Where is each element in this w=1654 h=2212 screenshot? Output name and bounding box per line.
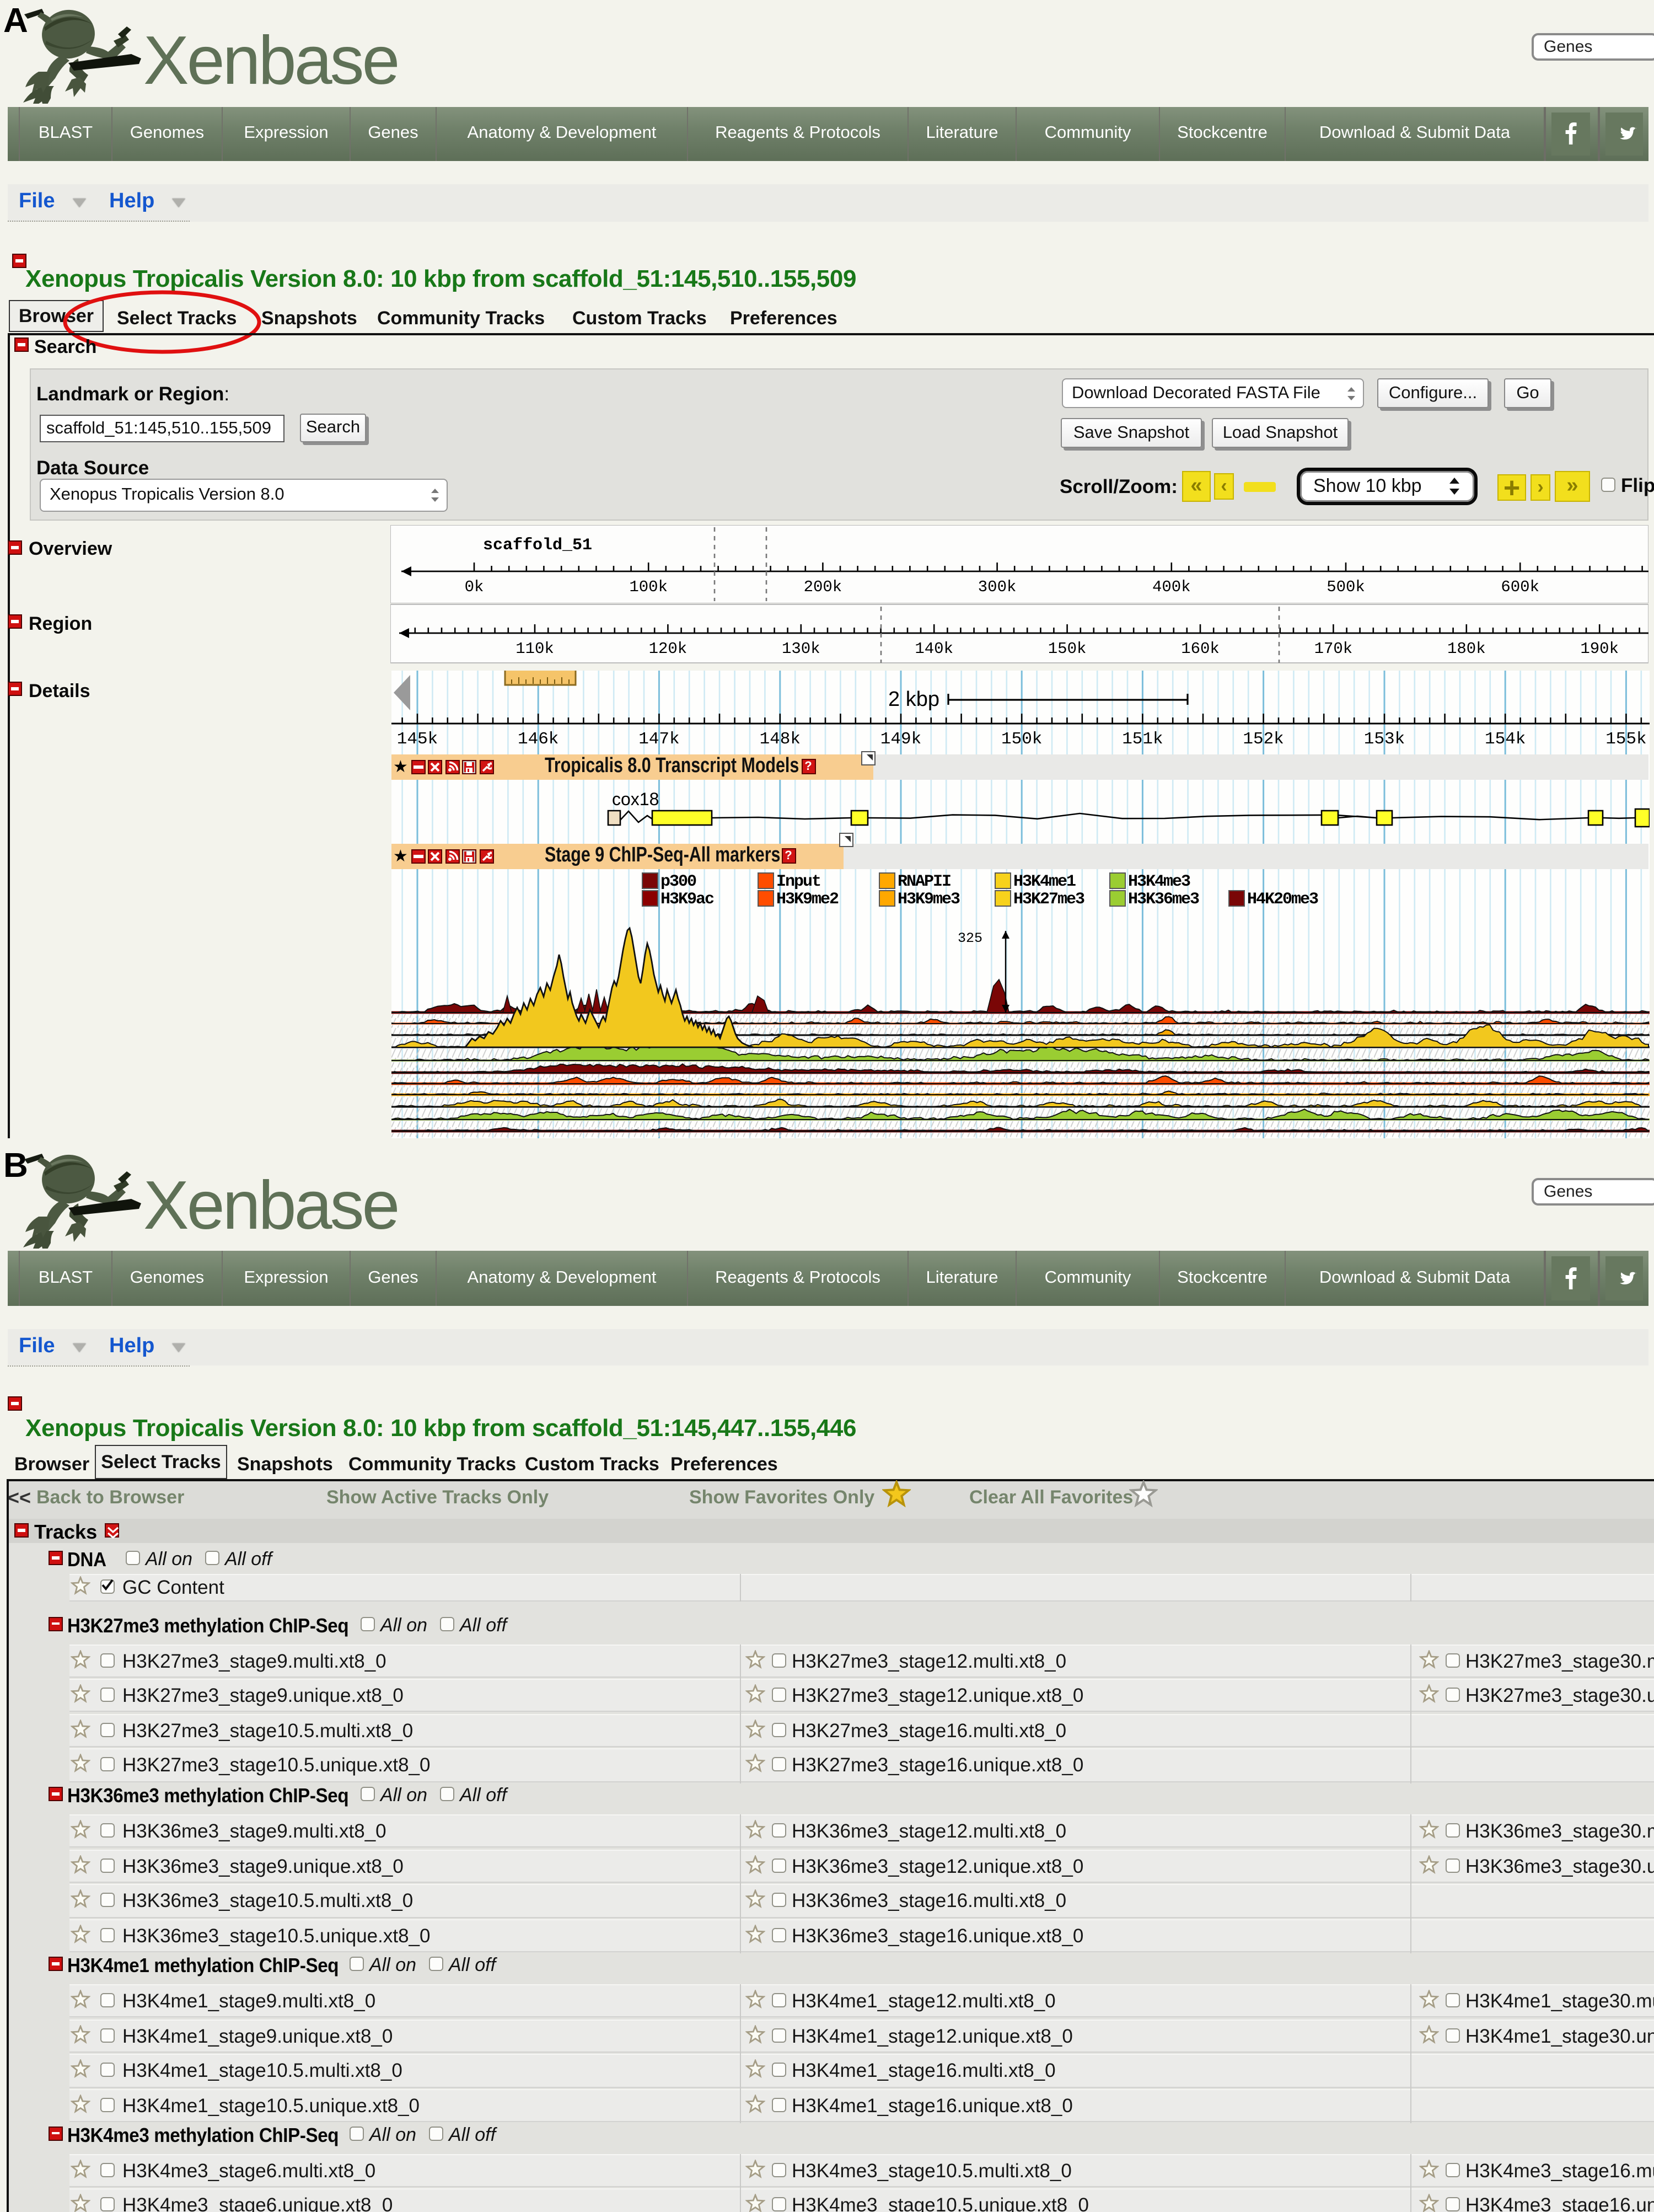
svg-text:2 kbp: 2 kbp <box>888 688 939 711</box>
svg-text:147k: 147k <box>638 730 679 749</box>
svg-text:0k: 0k <box>465 578 484 596</box>
svg-text:325: 325 <box>957 930 982 946</box>
svg-text:153k: 153k <box>1363 730 1404 749</box>
svg-text:300k: 300k <box>978 578 1017 596</box>
svg-text:180k: 180k <box>1447 640 1486 658</box>
svg-text:170k: 170k <box>1314 640 1353 658</box>
svg-text:155k: 155k <box>1605 730 1646 749</box>
svg-text:152k: 152k <box>1242 730 1283 749</box>
svg-text:151k: 151k <box>1121 730 1162 749</box>
svg-text:120k: 120k <box>649 640 688 658</box>
svg-text:500k: 500k <box>1327 578 1365 596</box>
svg-text:140k: 140k <box>915 640 953 658</box>
svg-text:130k: 130k <box>782 640 820 658</box>
svg-text:200k: 200k <box>804 578 842 596</box>
svg-text:150k: 150k <box>1048 640 1087 658</box>
svg-text:146k: 146k <box>517 730 558 749</box>
svg-text:148k: 148k <box>759 730 800 749</box>
svg-text:160k: 160k <box>1181 640 1220 658</box>
svg-text:154k: 154k <box>1484 730 1525 749</box>
svg-text:scaffold_51: scaffold_51 <box>483 536 592 555</box>
svg-text:149k: 149k <box>880 730 921 749</box>
svg-text:cox18: cox18 <box>611 789 658 809</box>
svg-text:150k: 150k <box>1001 730 1041 749</box>
svg-text:600k: 600k <box>1501 578 1539 596</box>
svg-text:145k: 145k <box>396 730 437 749</box>
svg-text:400k: 400k <box>1152 578 1191 596</box>
svg-text:190k: 190k <box>1580 640 1619 658</box>
svg-text:100k: 100k <box>629 578 668 596</box>
svg-text:110k: 110k <box>515 640 554 658</box>
